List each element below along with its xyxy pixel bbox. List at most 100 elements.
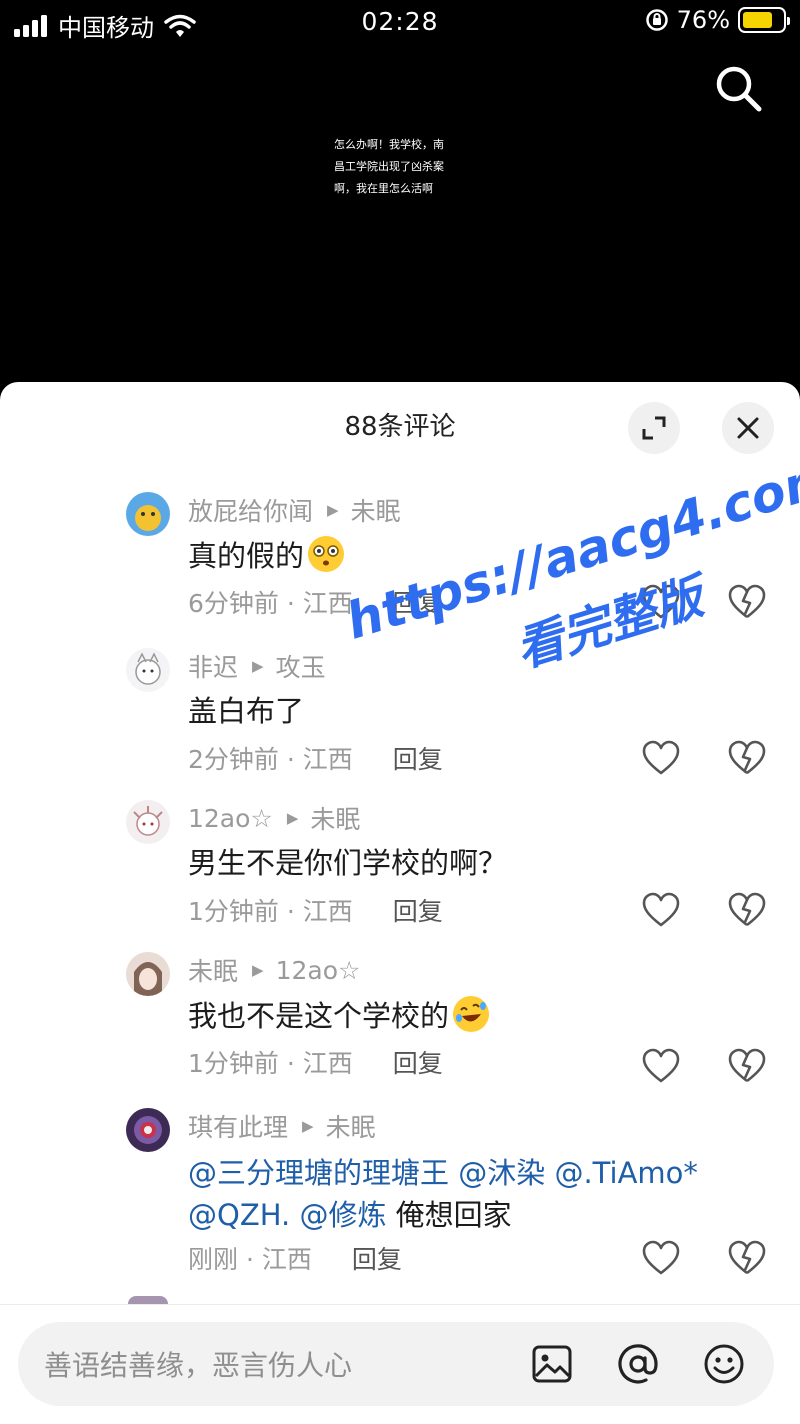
comment-time-location: 1分钟前 · 江西 [188,1049,353,1078]
mention-link[interactable]: @QZH. [188,1198,290,1232]
username[interactable]: 12ao☆ [188,804,273,833]
image-icon [532,1345,572,1383]
reply-to-user[interactable]: 未眠 [326,1108,376,1144]
close-button[interactable] [722,402,774,454]
status-right: 76% [645,6,790,34]
comment-footer: 2分钟前 · 江西 回复 [188,740,443,776]
broken-heart-icon [728,1240,766,1275]
comment-meta: 琪有此理 ▶ 未眠 [188,1108,376,1144]
username[interactable]: 未眠 [188,952,238,988]
comment-body: 我也不是这个学校的 [188,999,450,1033]
reply-button[interactable]: 回复 [393,1044,443,1080]
like-button[interactable] [642,1048,680,1084]
avatar[interactable] [126,492,170,536]
broken-heart-icon [728,740,766,775]
comment-item: 非迟 ▶ 攻玉 盖白布了 2分钟前 · 江西 回复 [0,648,800,798]
comment-item: 未眠 ▶ 12ao☆ 我也不是这个学校的 1分钟前 · 江西 回复 [0,952,800,1102]
expand-icon [642,416,666,440]
comment-input-placeholder: 善语结善缘，恶言伤人心 [44,1349,353,1382]
mention-button[interactable] [616,1342,660,1386]
reply-to-user[interactable]: 未眠 [310,800,360,836]
reply-to-user[interactable]: 攻玉 [276,648,326,684]
username[interactable]: 放屁给你闻 [188,492,313,528]
caption-line: 啊，我在里怎么活啊 [334,182,433,195]
reply-arrow-icon: ▶ [252,657,264,675]
heart-icon [642,740,680,775]
username[interactable]: 非迟 [188,648,238,684]
battery-level [743,12,772,28]
avatar[interactable] [126,1108,170,1152]
like-button[interactable] [642,892,680,928]
mention-line: @QZH. @修炼 俺想回家 [188,1194,758,1236]
battery-icon [738,7,790,33]
dislike-button[interactable] [728,740,766,776]
comment-meta: 12ao☆ ▶ 未眠 [188,800,360,836]
comment-time-location: 6分钟前 · 江西 [188,589,353,618]
at-sign-icon [618,1344,658,1384]
comment-item: 12ao☆ ▶ 未眠 男生不是你们学校的啊？ 1分钟前 · 江西 回复 [0,800,800,950]
like-button[interactable] [642,1240,680,1276]
comment-item: 琪有此理 ▶ 未眠 @三分理塘的理塘王 @沐染 @.TiAmo* @QZH. @… [0,1108,800,1278]
battery-percent: 76% [676,6,730,34]
comments-count-title: 88条评论 [344,412,456,442]
reply-to-user[interactable]: 未眠 [351,492,401,528]
comment-input[interactable]: 善语结善缘，恶言伤人心 [18,1322,774,1406]
dislike-button[interactable] [728,892,766,928]
avatar[interactable] [126,952,170,996]
heart-icon [642,892,680,927]
smiley-icon [704,1344,744,1384]
dislike-button[interactable] [728,584,766,620]
comment-body: 真的假的 [188,539,305,573]
reply-button[interactable]: 回复 [393,892,443,928]
comment-text: 盖白布了 [188,694,305,728]
image-button[interactable] [530,1342,574,1386]
avatar[interactable] [126,800,170,844]
broken-heart-icon [728,584,766,619]
reply-arrow-icon: ▶ [327,501,339,519]
avatar [128,1296,168,1304]
mention-link[interactable]: @修炼 [299,1198,386,1232]
orientation-lock-icon [645,9,668,31]
comment-footer: 刚刚 · 江西 回复 [188,1240,402,1276]
comment-meta: 未眠 ▶ 12ao☆ [188,952,360,988]
flushed-face-emoji [308,536,345,572]
caption-line: 昌工学院出现了凶杀案 [334,160,444,173]
caption-line: 怎么办啊！我学校，南 [334,138,444,151]
close-icon [737,417,759,439]
avatar[interactable] [126,648,170,692]
reply-to-user[interactable]: 12ao☆ [276,956,361,985]
comment-text: 我也不是这个学校的 [188,996,490,1035]
comment-time-location: 2分钟前 · 江西 [188,745,353,774]
like-button[interactable] [642,740,680,776]
comment-text: 男生不是你们学校的啊？ [188,846,508,880]
emoji-button[interactable] [702,1342,746,1386]
mention-line: @三分理塘的理塘王 @沐染 @.TiAmo* [188,1152,758,1194]
expand-button[interactable] [628,402,680,454]
search-button[interactable] [712,62,766,116]
comment-footer: 1分钟前 · 江西 回复 [188,1044,443,1080]
comment-time-location: 刚刚 · 江西 [188,1245,312,1274]
comment-meta: 放屁给你闻 ▶ 未眠 [188,492,401,528]
reply-arrow-icon: ▶ [286,809,299,827]
reply-button[interactable]: 回复 [352,1240,402,1276]
dislike-button[interactable] [728,1048,766,1084]
reply-arrow-icon: ▶ [302,1117,314,1135]
divider [0,1304,800,1305]
broken-heart-icon [728,1048,766,1083]
mention-link[interactable]: @.TiAmo* [554,1156,697,1190]
comment-body: 俺想回家 [395,1198,512,1232]
mention-link[interactable]: @沐染 [458,1156,545,1190]
search-icon [716,66,762,112]
comment-time-location: 1分钟前 · 江西 [188,897,353,926]
comment-text: 真的假的 [188,536,345,575]
rolling-laughing-emoji [453,996,490,1032]
status-bar: 中国移动 02:28 76% [0,0,800,44]
dislike-button[interactable] [728,1240,766,1276]
reply-button[interactable]: 回复 [393,740,443,776]
mention-link[interactable]: @三分理塘的理塘王 [188,1156,449,1190]
comment-text: @三分理塘的理塘王 @沐染 @.TiAmo* @QZH. @修炼 俺想回家 [188,1152,758,1236]
username[interactable]: 琪有此理 [188,1108,288,1144]
heart-icon [642,1240,680,1275]
comment-meta: 非迟 ▶ 攻玉 [188,648,326,684]
broken-heart-icon [728,892,766,927]
